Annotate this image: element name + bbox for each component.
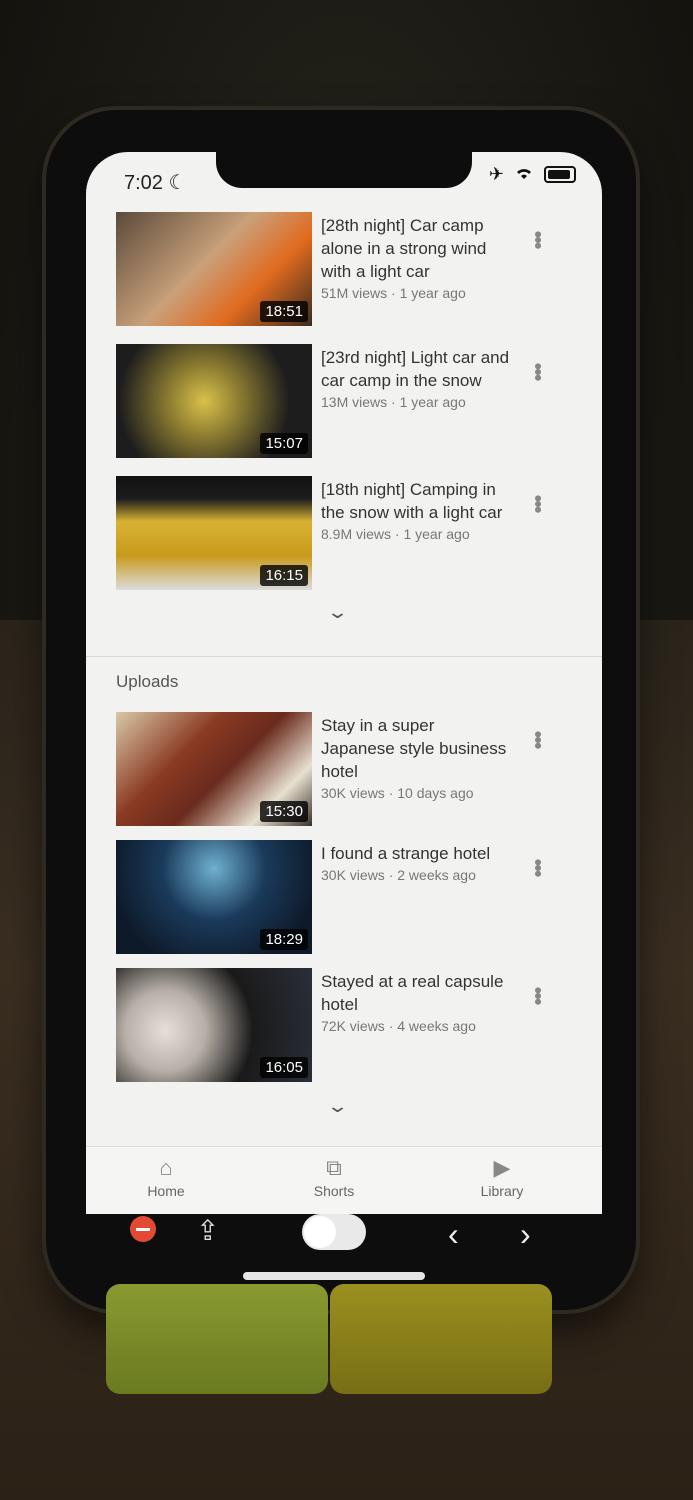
back-icon[interactable]: ‹	[448, 1216, 459, 1253]
video-thumbnail[interactable]: 18:51	[116, 212, 312, 326]
uploads-heading: Uploads	[116, 672, 179, 691]
duration-badge: 16:15	[260, 565, 308, 586]
video-title[interactable]: I found a strange hotel	[321, 842, 511, 865]
video-meta: 51M views · 1 year ago	[321, 285, 466, 301]
duration-badge: 18:51	[260, 301, 308, 322]
status-time: 7:02 ☾	[124, 172, 187, 194]
video-meta: 30K views · 2 weeks ago	[321, 867, 476, 883]
more-options-icon[interactable]: •••	[524, 494, 550, 511]
video-title[interactable]: [18th night] Camping in the snow with a …	[321, 478, 511, 524]
toggle-switch[interactable]	[302, 1214, 366, 1250]
airplane-icon: ✈	[488, 164, 504, 184]
video-thumbnail[interactable]: 15:07	[116, 344, 312, 458]
notch	[216, 152, 472, 188]
more-options-icon[interactable]: •••	[524, 858, 550, 875]
video-title[interactable]: [23rd night] Light car and car camp in t…	[321, 346, 511, 392]
expand-chevron-icon[interactable]: ⌄	[326, 1096, 349, 1117]
video-title[interactable]: Stay in a super Japanese style business …	[321, 714, 511, 783]
video-thumbnail[interactable]: 16:05	[116, 968, 312, 1082]
video-item[interactable]: 16:05 Stayed at a real capsule hotel 72K…	[116, 968, 586, 1084]
forward-icon[interactable]: ›	[520, 1216, 531, 1253]
duration-badge: 18:29	[260, 929, 308, 950]
video-thumbnail[interactable]: 18:29	[116, 840, 312, 954]
more-options-icon[interactable]: •••	[524, 986, 550, 1003]
tab-library-label: Library	[480, 1183, 524, 1199]
section-divider	[86, 656, 602, 657]
more-options-icon[interactable]: •••	[524, 230, 550, 247]
tab-home-label: Home	[147, 1183, 185, 1199]
video-thumbnail[interactable]: 16:15	[116, 476, 312, 590]
share-icon[interactable]: ⇪	[196, 1214, 219, 1247]
video-item[interactable]: 18:51 [28th night] Car camp alone in a s…	[116, 212, 586, 328]
status-icons: ✈	[489, 164, 576, 185]
green-block	[106, 1284, 328, 1394]
video-meta: 30K views · 10 days ago	[321, 785, 474, 801]
video-item[interactable]: 15:30 Stay in a super Japanese style bus…	[116, 712, 586, 828]
yellow-block	[330, 1284, 552, 1394]
video-meta: 8.9M views · 1 year ago	[321, 526, 470, 542]
video-title[interactable]: [28th night] Car camp alone in a strong …	[321, 214, 511, 283]
expand-chevron-icon[interactable]: ⌄	[326, 602, 349, 623]
wifi-icon	[514, 164, 534, 185]
more-options-icon[interactable]: •••	[524, 730, 550, 747]
video-meta: 13M views · 1 year ago	[321, 394, 466, 410]
video-thumbnail[interactable]: 15:30	[116, 712, 312, 826]
tab-shorts[interactable]: ⧉ Shorts	[284, 1155, 384, 1199]
youtube-screen: 7:02 ☾ ✈ 18:51 [28th night] Car camp alo…	[86, 152, 602, 1214]
video-item[interactable]: 15:07 [23rd night] Light car and car cam…	[116, 344, 586, 460]
library-icon: ▶	[493, 1155, 511, 1180]
tab-library[interactable]: ▶ Library	[452, 1155, 552, 1199]
tab-home[interactable]: ⌂ Home	[116, 1155, 216, 1199]
duration-badge: 15:07	[260, 433, 308, 454]
duration-badge: 15:30	[260, 801, 308, 822]
shorts-icon: ⧉	[326, 1155, 342, 1180]
home-indicator[interactable]	[243, 1272, 425, 1280]
bottom-tab-bar: ⌂ Home ⧉ Shorts ▶ Library	[86, 1146, 602, 1214]
video-item[interactable]: 16:15 [18th night] Camping in the snow w…	[116, 476, 586, 592]
moon-icon: ☾	[168, 172, 187, 194]
video-meta: 72K views · 4 weeks ago	[321, 1018, 476, 1034]
video-title[interactable]: Stayed at a real capsule hotel	[321, 970, 511, 1016]
home-icon: ⌂	[159, 1155, 173, 1180]
more-options-icon[interactable]: •••	[524, 362, 550, 379]
duration-badge: 16:05	[260, 1057, 308, 1078]
tab-shorts-label: Shorts	[313, 1183, 355, 1199]
minus-icon[interactable]	[130, 1216, 156, 1242]
browser-toolbar: ⇪ ‹ ›	[86, 1214, 602, 1264]
video-item[interactable]: 18:29 I found a strange hotel 30K views …	[116, 840, 586, 956]
battery-icon	[544, 166, 576, 183]
